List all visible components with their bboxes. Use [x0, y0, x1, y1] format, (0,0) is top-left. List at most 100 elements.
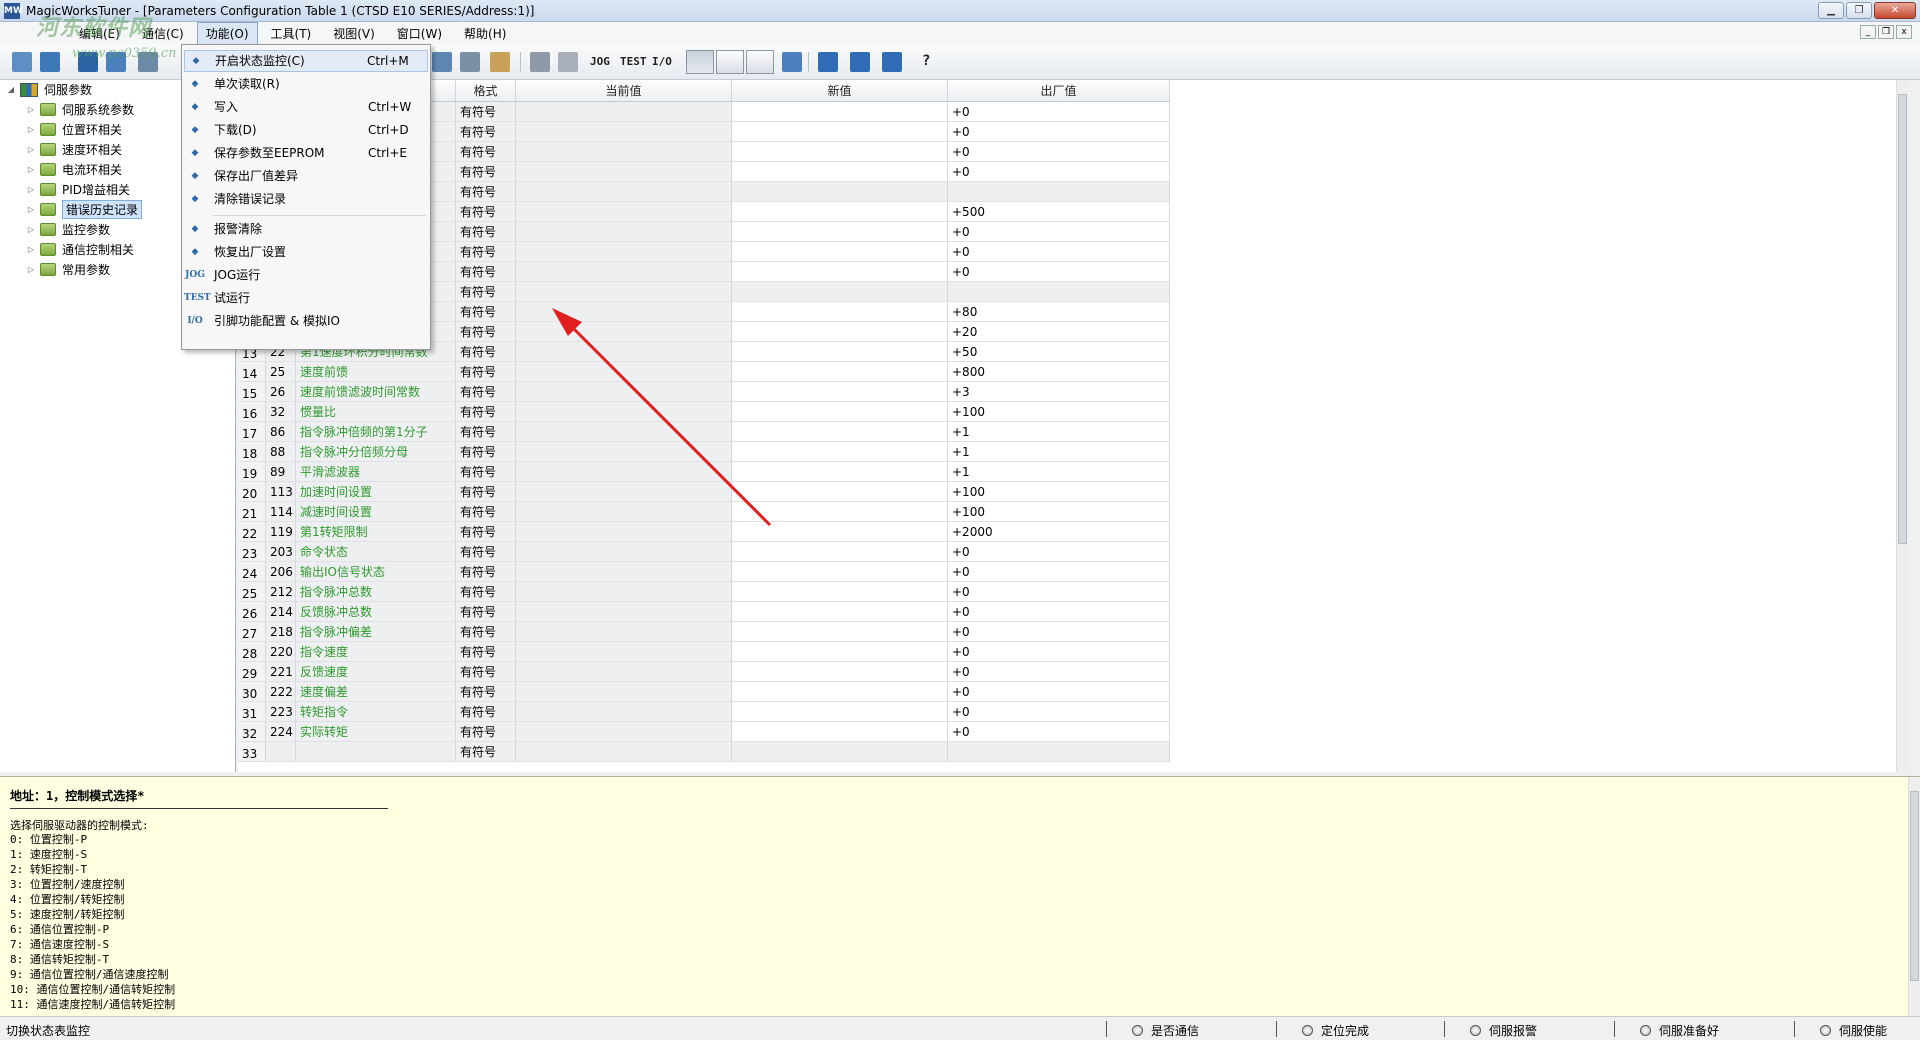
new-value-cell[interactable]	[732, 102, 948, 122]
help-icon[interactable]: ?	[922, 53, 930, 69]
new-value-cell[interactable]	[732, 682, 948, 702]
jog-button[interactable]: JOG	[590, 55, 610, 68]
new-value-cell[interactable]	[732, 722, 948, 742]
view-toggle-1[interactable]	[686, 50, 714, 74]
close-button[interactable]: ✕	[1874, 2, 1916, 19]
tree-item[interactable]: ▷ 位置环相关	[26, 120, 122, 139]
menu-function[interactable]: 功能(O)	[196, 21, 258, 45]
expand-icon[interactable]: ▷	[26, 165, 36, 174]
expand-icon[interactable]: ▷	[26, 105, 36, 114]
menu-item[interactable]: TEST 试运行	[184, 287, 428, 309]
new-value-cell[interactable]	[732, 602, 948, 622]
new-value-cell[interactable]	[732, 262, 948, 282]
tree-item[interactable]: ▷ 常用参数	[26, 260, 110, 279]
expand-icon[interactable]: ▷	[26, 145, 36, 154]
tree-item[interactable]: ▷ 电流环相关	[26, 160, 122, 179]
expand-icon[interactable]: ▷	[26, 125, 36, 134]
menu-item[interactable]: ◆ 保存参数至EEPROM Ctrl+E	[184, 142, 428, 164]
restore-icon[interactable]	[558, 52, 578, 72]
new-icon[interactable]	[12, 52, 32, 72]
table-row[interactable]: 26 214 反馈脉冲总数 有符号 +0	[238, 602, 1170, 622]
tree-item[interactable]: ▷ 速度环相关	[26, 140, 122, 159]
table-row[interactable]: 27 218 指令脉冲偏差 有符号 +0	[238, 622, 1170, 642]
table-row[interactable]: 30 222 速度偏差 有符号 +0	[238, 682, 1170, 702]
new-value-cell[interactable]	[732, 382, 948, 402]
new-value-cell[interactable]	[732, 742, 948, 762]
new-value-cell[interactable]	[732, 182, 948, 202]
new-value-cell[interactable]	[732, 562, 948, 582]
table-row[interactable]: 23 203 命令状态 有符号 +0	[238, 542, 1170, 562]
table-row[interactable]: 28 220 指令速度 有符号 +0	[238, 642, 1170, 662]
new-value-cell[interactable]	[732, 142, 948, 162]
new-value-cell[interactable]	[732, 482, 948, 502]
new-value-cell[interactable]	[732, 442, 948, 462]
new-value-cell[interactable]	[732, 342, 948, 362]
new-value-cell[interactable]	[732, 402, 948, 422]
table-row[interactable]: 20 113 加速时间设置 有符号 +100	[238, 482, 1170, 502]
tree-item[interactable]: ▷ 监控参数	[26, 220, 110, 239]
tree-item[interactable]: ▷ 错误历史记录	[26, 200, 143, 219]
tree-item[interactable]: ▷ 通信控制相关	[26, 240, 134, 259]
menu-item[interactable]: ◆ 恢复出厂设置	[184, 241, 428, 263]
table-row[interactable]: 17 86 指令脉冲倍频的第1分子 有符号 +1	[238, 422, 1170, 442]
mdi-close-button[interactable]: x	[1896, 25, 1912, 39]
menu-item[interactable]: ◆ 写入 Ctrl+W	[184, 96, 428, 118]
table-row[interactable]: 15 26 速度前馈滤波时间常数 有符号 +3	[238, 382, 1170, 402]
mdi-restore-button[interactable]: ❐	[1878, 25, 1894, 39]
table-row[interactable]: 33 有符号	[238, 742, 1170, 762]
table-row[interactable]: 31 223 转矩指令 有符号 +0	[238, 702, 1170, 722]
tree-item[interactable]: ▷ 伺服系统参数	[26, 100, 134, 119]
new-value-cell[interactable]	[732, 702, 948, 722]
menu-window[interactable]: 窗口(W)	[388, 22, 451, 45]
menu-view[interactable]: 视图(V)	[324, 22, 384, 45]
menu-item[interactable]: I/O 引脚功能配置 & 模拟IO	[184, 310, 428, 332]
cascade-icon[interactable]	[818, 52, 838, 72]
table-scrollbar[interactable]	[1896, 80, 1908, 772]
collapse-icon[interactable]: ◢	[6, 85, 16, 94]
table-row[interactable]: 21 114 减速时间设置 有符号 +100	[238, 502, 1170, 522]
expand-icon[interactable]: ▷	[26, 245, 36, 254]
new-value-cell[interactable]	[732, 222, 948, 242]
test-button[interactable]: TEST	[620, 55, 647, 68]
menu-item[interactable]: JOG JOG运行	[184, 264, 428, 286]
table-row[interactable]: 25 212 指令脉冲总数 有符号 +0	[238, 582, 1170, 602]
new-value-cell[interactable]	[732, 362, 948, 382]
eeprom-icon[interactable]	[460, 52, 480, 72]
menu-tools[interactable]: 工具(T)	[262, 22, 321, 45]
new-value-cell[interactable]	[732, 462, 948, 482]
mdi-minimize-button[interactable]: _	[1860, 25, 1876, 39]
tree-item[interactable]: ▷ PID增益相关	[26, 180, 130, 199]
new-value-cell[interactable]	[732, 522, 948, 542]
header-format[interactable]: 格式	[456, 80, 516, 102]
new-value-cell[interactable]	[732, 122, 948, 142]
new-value-cell[interactable]	[732, 622, 948, 642]
menu-item[interactable]: ◆ 报警清除	[184, 218, 428, 240]
menu-item[interactable]: ◆ 保存出厂值差异	[184, 165, 428, 187]
table-row[interactable]: 14 25 速度前馈 有符号 +800	[238, 362, 1170, 382]
menu-item[interactable]: ◆ 下载(D) Ctrl+D	[184, 119, 428, 141]
new-value-cell[interactable]	[732, 162, 948, 182]
header-factory[interactable]: 出厂值	[948, 80, 1170, 102]
menu-help[interactable]: 帮助(H)	[455, 22, 515, 45]
tree-root[interactable]: ◢ 伺服参数	[6, 80, 92, 99]
menu-item[interactable]: ◆ 单次读取(R)	[184, 73, 428, 95]
tile-vertical-icon[interactable]	[882, 52, 902, 72]
tile-horizontal-icon[interactable]	[850, 52, 870, 72]
download-icon[interactable]	[432, 52, 452, 72]
table-row[interactable]: 24 206 输出IO信号状态 有符号 +0	[238, 562, 1170, 582]
minimize-button[interactable]: ▁	[1818, 2, 1844, 19]
open-icon[interactable]	[40, 52, 60, 72]
clear-error-icon[interactable]	[490, 52, 510, 72]
table-row[interactable]: 32 224 实际转矩 有符号 +0	[238, 722, 1170, 742]
new-value-cell[interactable]	[732, 322, 948, 342]
new-value-cell[interactable]	[732, 502, 948, 522]
menu-item[interactable]: ◆ 开启状态监控(C) Ctrl+M	[184, 49, 428, 72]
maximize-button[interactable]: ❐	[1846, 2, 1872, 19]
header-new[interactable]: 新值	[732, 80, 948, 102]
table-row[interactable]: 22 119 第1转矩限制 有符号 +2000	[238, 522, 1170, 542]
new-value-cell[interactable]	[732, 282, 948, 302]
new-value-cell[interactable]	[732, 582, 948, 602]
header-current[interactable]: 当前值	[516, 80, 732, 102]
expand-icon[interactable]: ▷	[26, 225, 36, 234]
expand-icon[interactable]: ▷	[26, 185, 36, 194]
